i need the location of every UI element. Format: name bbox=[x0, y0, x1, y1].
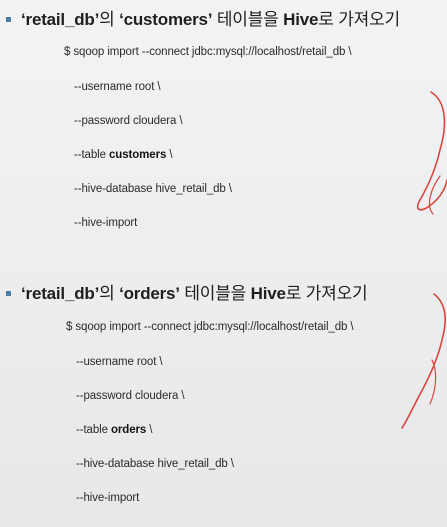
bracket-annotation-top-tail bbox=[428, 175, 441, 215]
bracket-annotation-top bbox=[416, 91, 447, 211]
bracket-annotation-bottom bbox=[401, 293, 446, 429]
annotation-layer bbox=[401, 91, 447, 429]
slide: ‘retail_db’의 ‘customers’ 테이블을 Hive로 가져오기… bbox=[0, 0, 447, 527]
